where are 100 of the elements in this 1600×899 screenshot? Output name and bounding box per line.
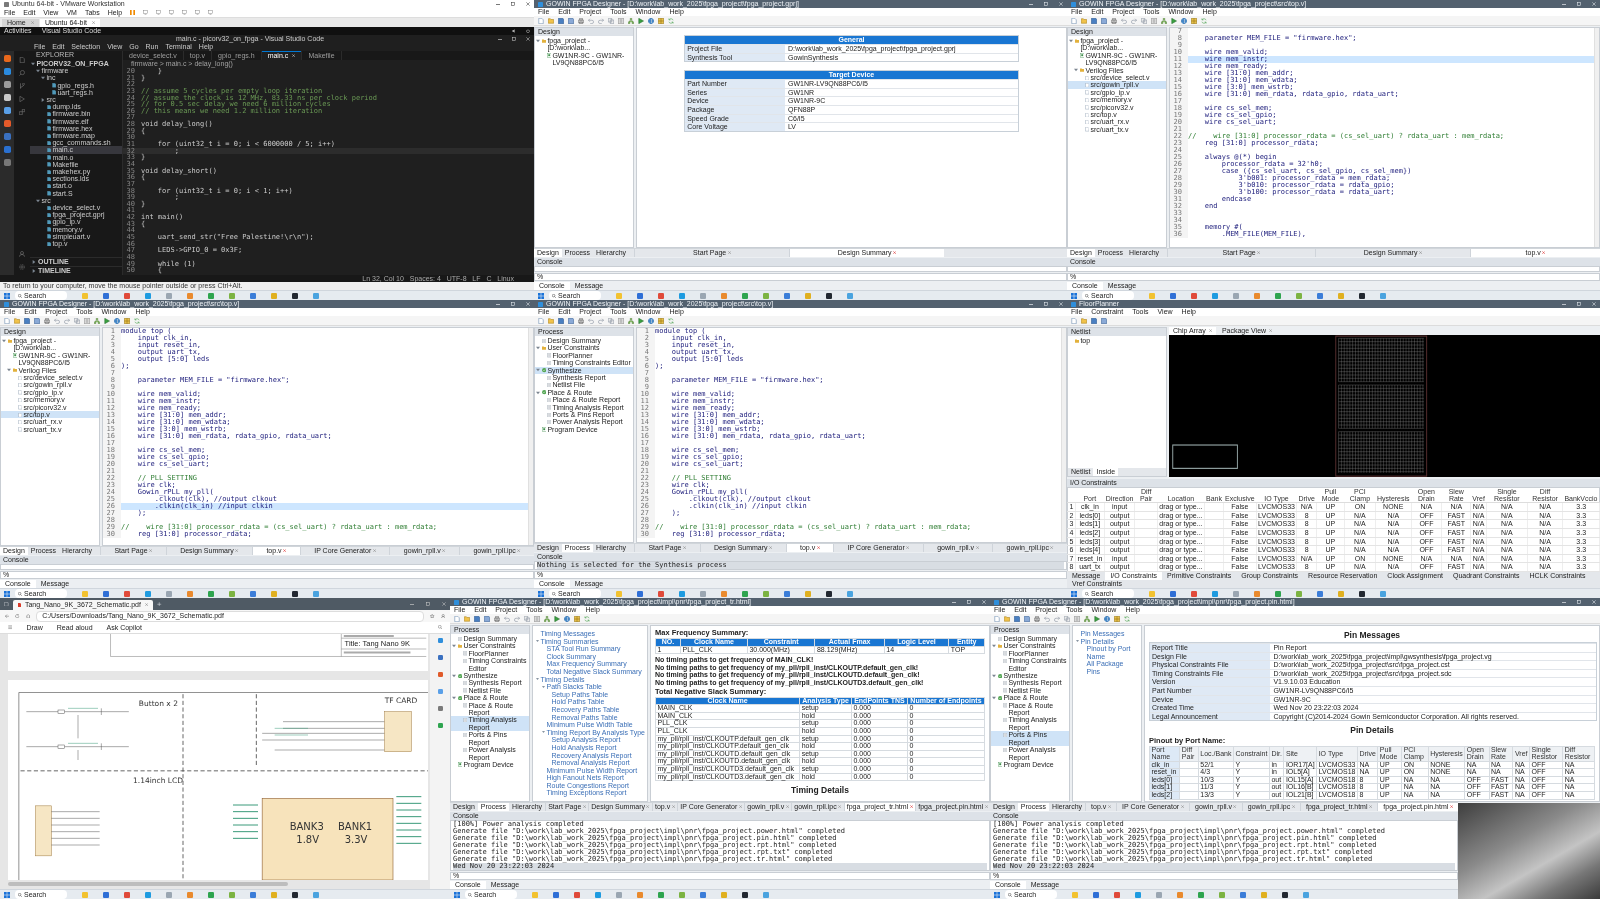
chevron-down-icon[interactable] xyxy=(536,368,540,373)
app-tile-icon[interactable] xyxy=(124,292,130,299)
list-icon[interactable] xyxy=(1074,615,1080,622)
app-tile-icon[interactable] xyxy=(1170,590,1176,597)
chevron-down-icon[interactable] xyxy=(2,338,6,343)
monitor-icon[interactable] xyxy=(195,10,201,15)
chevron-down-icon[interactable] xyxy=(992,644,996,649)
undo-icon[interactable] xyxy=(54,317,60,324)
refresh-icon[interactable] xyxy=(668,317,674,324)
monitor-icon[interactable] xyxy=(143,10,149,15)
refresh-icon[interactable] xyxy=(1201,17,1207,24)
four-squares-icon[interactable] xyxy=(994,891,1000,898)
app-tile-icon[interactable] xyxy=(637,292,643,299)
app-tile-icon[interactable] xyxy=(3,133,11,140)
globe-icon[interactable] xyxy=(114,317,120,324)
app-tile-icon[interactable] xyxy=(292,590,298,597)
app-tile-icon[interactable] xyxy=(250,891,256,898)
app-tile-icon[interactable] xyxy=(103,292,109,299)
app-tile-icon[interactable] xyxy=(1114,891,1120,898)
app-tile-icon[interactable] xyxy=(826,292,832,299)
app-tile-icon[interactable] xyxy=(229,292,235,299)
horizontal-scrollbar[interactable] xyxy=(8,881,288,886)
copy-icon[interactable] xyxy=(1141,17,1147,24)
vertical-scrollbar[interactable] xyxy=(1594,28,1599,247)
app-tile-icon[interactable] xyxy=(700,292,706,299)
app-tile-icon[interactable] xyxy=(313,292,319,299)
chevron-down-icon[interactable] xyxy=(536,390,540,395)
app-tile-icon[interactable] xyxy=(437,723,443,728)
hierarchy-icon[interactable] xyxy=(94,317,100,324)
four-squares-icon[interactable] xyxy=(4,292,10,299)
app-tile-icon[interactable] xyxy=(437,672,443,677)
printer-icon[interactable] xyxy=(1111,17,1117,24)
redo-icon[interactable] xyxy=(598,317,604,324)
app-tile-icon[interactable] xyxy=(763,590,769,597)
document-icon[interactable] xyxy=(538,17,544,24)
list-icon[interactable] xyxy=(534,615,540,622)
app-tile-icon[interactable] xyxy=(1156,891,1162,898)
app-tile-icon[interactable] xyxy=(742,590,748,597)
refresh-icon[interactable] xyxy=(15,613,20,619)
globe-icon[interactable] xyxy=(648,17,654,24)
app-tile-icon[interactable] xyxy=(1254,590,1260,597)
app-tile-icon[interactable] xyxy=(553,891,559,898)
chevron-down-icon[interactable] xyxy=(1074,68,1078,73)
app-tile-icon[interactable] xyxy=(124,891,130,898)
app-tile-icon[interactable] xyxy=(187,891,193,898)
printer-icon[interactable] xyxy=(44,317,50,324)
search-icon[interactable] xyxy=(437,625,442,630)
plus-icon[interactable] xyxy=(157,601,162,607)
app-tile-icon[interactable] xyxy=(700,891,706,898)
app-tile-icon[interactable] xyxy=(679,891,685,898)
folder-icon[interactable] xyxy=(464,615,470,622)
app-tile-icon[interactable] xyxy=(3,107,11,114)
app-tile-icon[interactable] xyxy=(1233,292,1239,299)
close-icon[interactable] xyxy=(526,2,530,6)
app-tile-icon[interactable] xyxy=(166,891,172,898)
printer-icon[interactable] xyxy=(494,615,500,622)
app-tile-icon[interactable] xyxy=(145,590,151,597)
app-tile-icon[interactable] xyxy=(1380,590,1386,597)
app-tile-icon[interactable] xyxy=(250,292,256,299)
chevron-down-icon[interactable] xyxy=(992,695,996,700)
grid-icon[interactable] xyxy=(1114,615,1120,622)
app-tile-icon[interactable] xyxy=(1191,292,1197,299)
gear-icon[interactable] xyxy=(19,264,25,270)
app-tile-icon[interactable] xyxy=(805,292,811,299)
app-tile-icon[interactable] xyxy=(1177,891,1183,898)
viewport-rectangle[interactable] xyxy=(1172,444,1238,469)
undo-icon[interactable] xyxy=(504,615,510,622)
redo-icon[interactable] xyxy=(598,17,604,24)
app-tile-icon[interactable] xyxy=(1296,292,1302,299)
refresh-icon[interactable] xyxy=(584,615,590,622)
app-tile-icon[interactable] xyxy=(3,55,11,62)
app-tile-icon[interactable] xyxy=(145,891,151,898)
app-tile-icon[interactable] xyxy=(292,292,298,299)
chevron-down-icon[interactable] xyxy=(1076,640,1079,643)
document-icon[interactable] xyxy=(1071,17,1077,24)
refresh-icon[interactable] xyxy=(134,317,140,324)
app-tile-icon[interactable] xyxy=(721,292,727,299)
app-tile-icon[interactable] xyxy=(1303,891,1309,898)
app-tile-icon[interactable] xyxy=(574,891,580,898)
play-icon[interactable] xyxy=(1094,615,1100,622)
folder-icon[interactable] xyxy=(548,17,554,24)
close-icon[interactable] xyxy=(893,251,897,255)
app-tile-icon[interactable] xyxy=(208,590,214,597)
app-tile-icon[interactable] xyxy=(616,292,622,299)
document-icon[interactable] xyxy=(4,317,10,324)
blocks-icon[interactable] xyxy=(19,109,25,115)
app-tile-icon[interactable] xyxy=(437,638,443,643)
folder-icon[interactable] xyxy=(14,317,20,324)
list-icon[interactable] xyxy=(84,317,90,324)
close-icon[interactable] xyxy=(816,546,820,550)
app-tile-icon[interactable] xyxy=(250,590,256,597)
app-tile-icon[interactable] xyxy=(187,292,193,299)
grid-icon[interactable] xyxy=(1191,17,1197,24)
document-icon[interactable] xyxy=(454,615,460,622)
app-tile-icon[interactable] xyxy=(1072,891,1078,898)
app-tile-icon[interactable] xyxy=(103,590,109,597)
app-tile-icon[interactable] xyxy=(658,292,664,299)
app-tile-icon[interactable] xyxy=(208,292,214,299)
document-icon[interactable] xyxy=(1071,317,1077,324)
redo-icon[interactable] xyxy=(514,615,520,622)
